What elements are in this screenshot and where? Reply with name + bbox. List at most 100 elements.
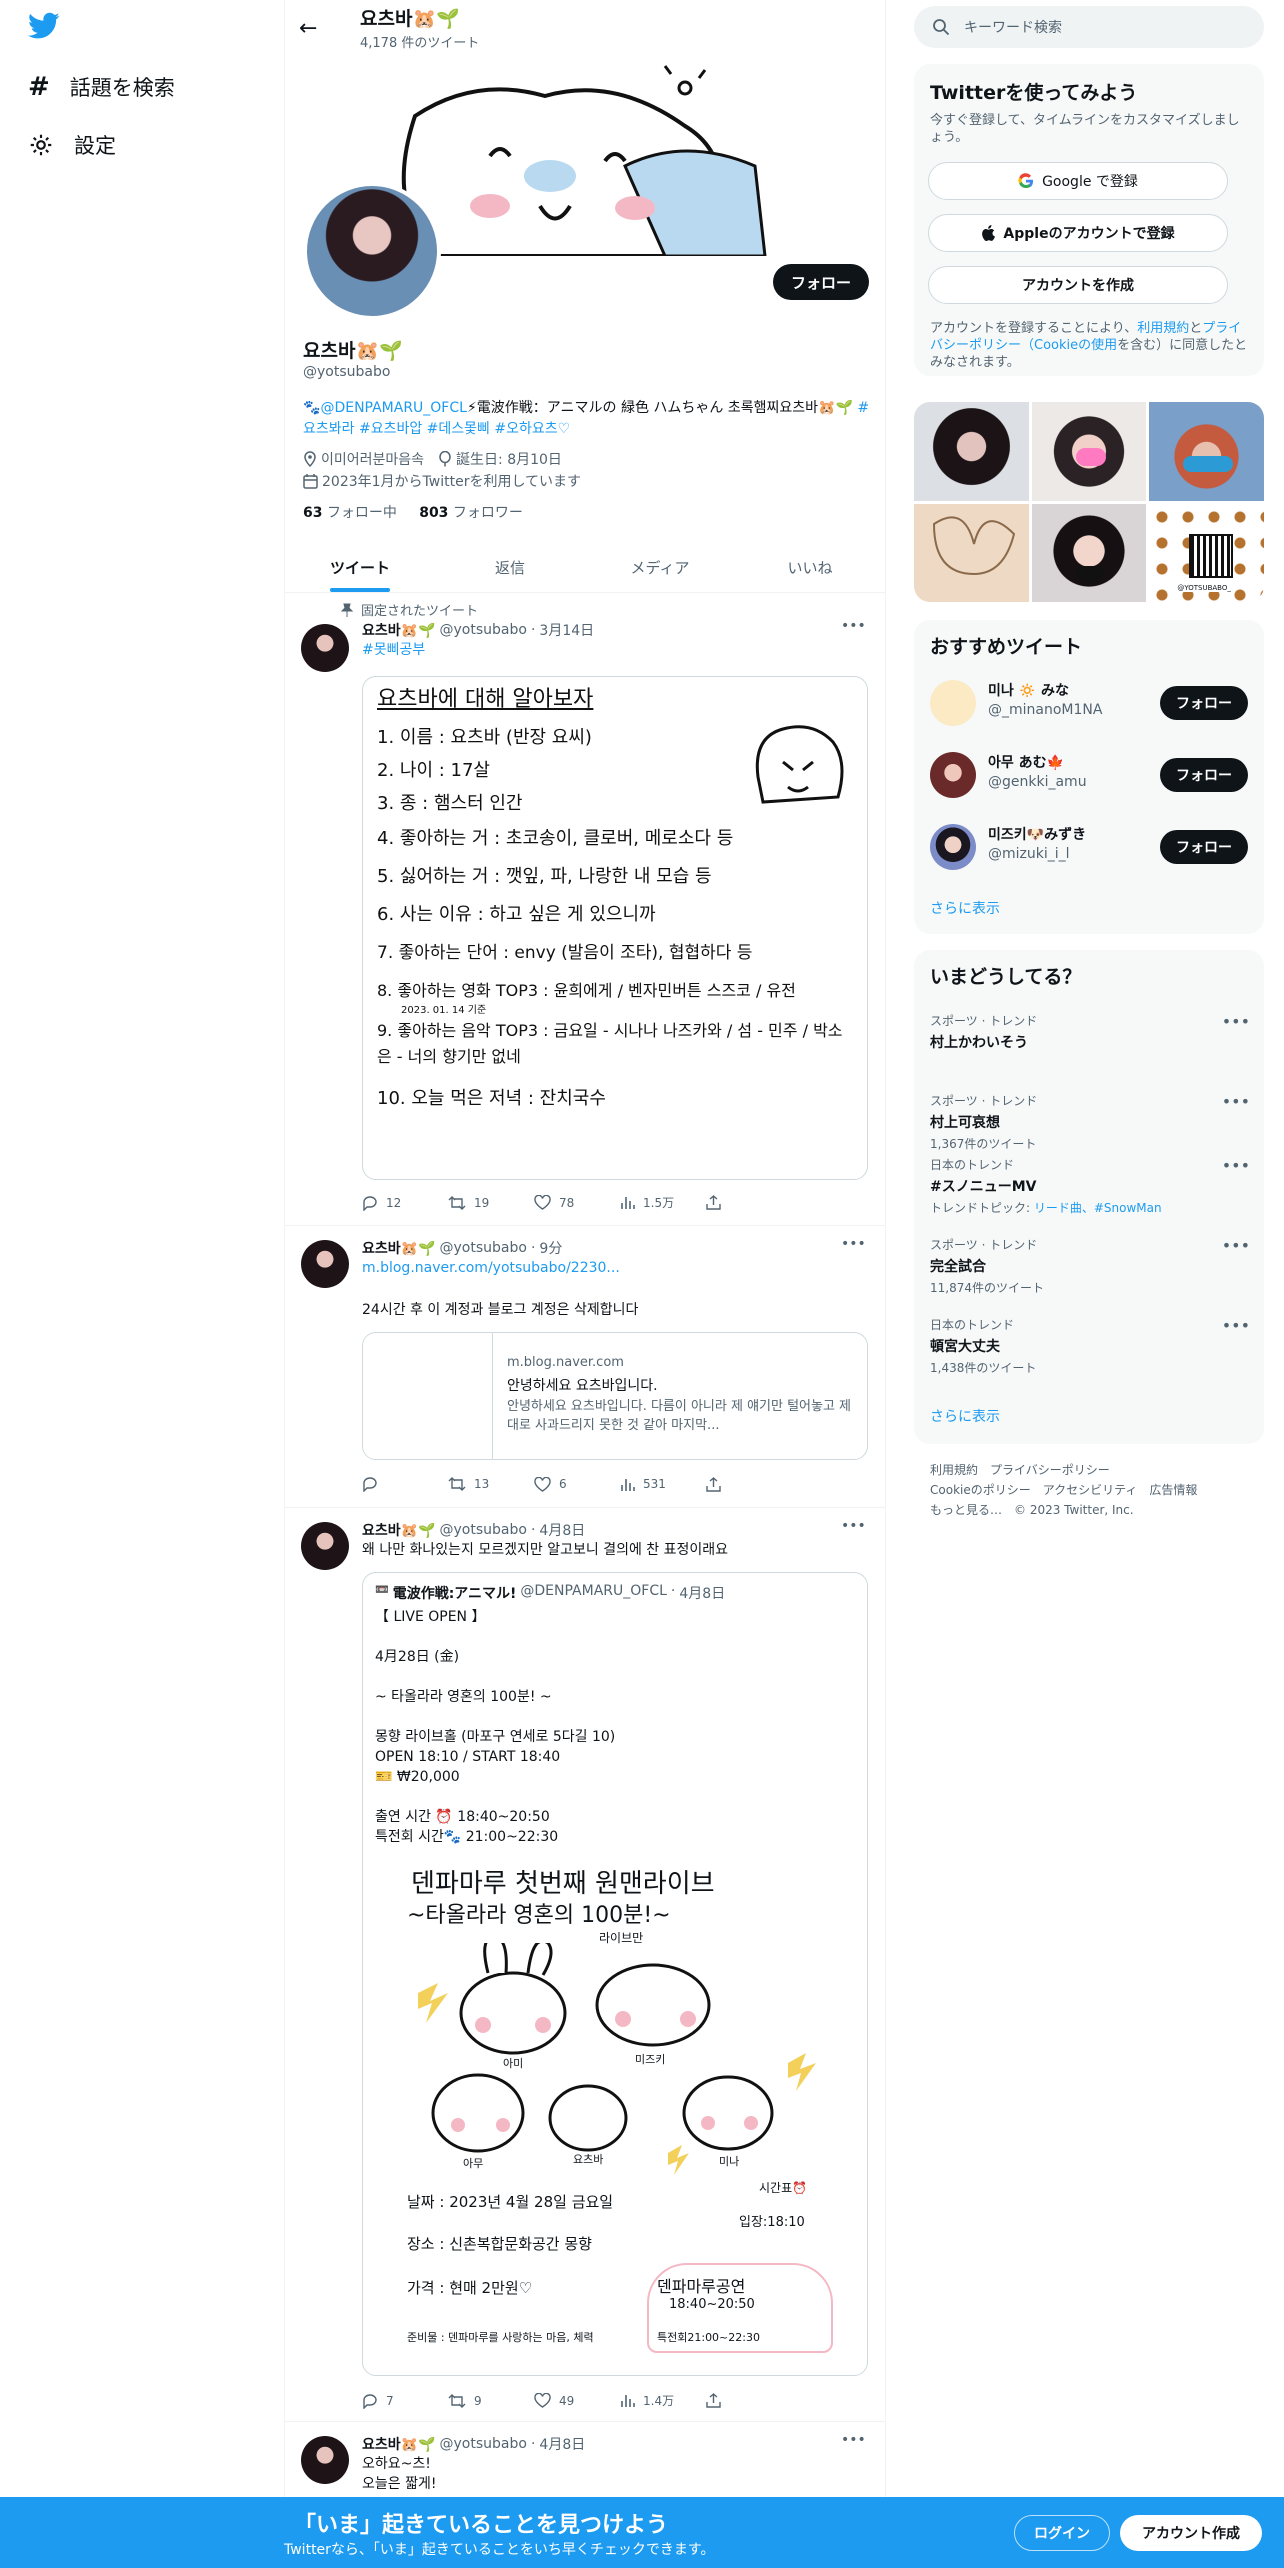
views-button[interactable]: 1.4万 — [620, 2392, 706, 2409]
reco-avatar[interactable] — [930, 824, 976, 870]
more-icon[interactable]: ••• — [1222, 1156, 1250, 1175]
reco-name[interactable]: 아무 あむ🍁 — [988, 752, 1064, 772]
terms-link[interactable]: 利用規約 — [1137, 321, 1189, 336]
share-button[interactable] — [706, 1194, 792, 1211]
like-button[interactable]: 49 — [534, 2392, 620, 2409]
reco-handle: @_minanoM1NA — [988, 702, 1103, 718]
retweet-button[interactable]: 13 — [448, 1476, 534, 1492]
more-icon[interactable]: ••• — [841, 1518, 866, 1534]
like-button[interactable]: 78 — [534, 1194, 620, 1211]
photo-thumbnail[interactable] — [1149, 402, 1264, 501]
tweet-time[interactable]: 3月14日 — [539, 620, 594, 640]
tweet-author-handle[interactable]: @yotsubabo — [440, 622, 527, 638]
tweet-time[interactable]: 4月8日 — [539, 1520, 585, 1540]
tweet-author-name[interactable]: 요츠바🐹🌱 — [362, 620, 436, 640]
share-button[interactable] — [706, 1476, 792, 1492]
tab-replies[interactable]: 返信 — [435, 543, 585, 592]
quote-text: 【 LIVE OPEN 】 4月28日 (金) ~ 타올라라 영혼의 100분!… — [375, 1607, 615, 1847]
tweet-hashtag[interactable]: #못삐공부 — [362, 640, 872, 660]
footer-line[interactable]: 利用規約 プライバシーポリシー — [930, 1460, 1260, 1480]
reco-show-more-link[interactable]: さらに表示 — [930, 898, 1000, 918]
reply-button[interactable]: 7 — [362, 2392, 448, 2409]
quote-tweet[interactable]: 📼 電波作戦:アニマル! @DENPAMARU_OFCL · 4月8日 【 LIVE O… — [362, 1572, 868, 2376]
footer-line[interactable]: Cookieのポリシー アクセシビリティ 広告情報 — [930, 1480, 1260, 1500]
reco-name[interactable]: 미즈키🐶みずき — [988, 824, 1086, 844]
like-button[interactable]: 6 — [534, 1476, 620, 1492]
search-bar[interactable]: キーワード検索 — [914, 6, 1264, 48]
trend-item[interactable]: 日本のトレンド 頓宮大丈夫 1,438件のツイート ••• — [930, 1316, 1250, 1376]
apple-signup-button[interactable]: Appleのアカウントで登録 — [928, 214, 1228, 252]
link-card[interactable]: m.blog.naver.com 안녕하세요 요츠바입니다. 안녕하세요 요츠바… — [362, 1332, 868, 1460]
create-account-button[interactable]: アカウントを作成 — [928, 266, 1228, 304]
tweet-time[interactable]: 4月8日 — [539, 2434, 585, 2454]
trend-category: スポーツ · トレンド — [930, 1094, 1038, 1108]
tab-media[interactable]: メディア — [585, 543, 735, 592]
google-signup-button[interactable]: Google で登録 — [928, 162, 1228, 200]
more-icon[interactable]: ••• — [1222, 1092, 1250, 1111]
login-button[interactable]: ログイン — [1014, 2515, 1110, 2551]
tweet-author-name[interactable]: 요츠바🐹🌱 — [362, 1520, 436, 1540]
poster-place: 장소 : 신촌복합문화공간 몽향 — [407, 2235, 592, 2253]
views-button[interactable]: 531 — [620, 1476, 706, 1492]
reco-follow-button[interactable]: フォロー — [1160, 830, 1248, 864]
trend-item[interactable]: スポーツ · トレンド 完全試合 11,874件のツイート ••• — [930, 1236, 1250, 1296]
tweet-link[interactable]: m.blog.naver.com/yotsubabo/2230... — [362, 1258, 872, 1278]
share-button[interactable] — [706, 2392, 792, 2409]
bio-mention-link[interactable]: @DENPAMARU_OFCL — [320, 400, 467, 416]
photo-thumbnail[interactable]: @YOTSUBABO_ — [1149, 503, 1264, 602]
follow-button[interactable]: フォロー — [773, 264, 869, 300]
trends-show-more-link[interactable]: さらに表示 — [930, 1406, 1000, 1426]
reply-button[interactable]: 12 — [362, 1194, 448, 1211]
views-button[interactable]: 1.5万 — [620, 1194, 706, 1211]
more-icon[interactable]: ••• — [1222, 1316, 1250, 1335]
tweet-avatar[interactable] — [301, 1240, 349, 1288]
tab-tweets[interactable]: ツイート — [285, 543, 435, 592]
more-icon[interactable]: ••• — [841, 618, 866, 634]
tweet-avatar[interactable] — [301, 1522, 349, 1570]
more-icon[interactable]: ••• — [1222, 1012, 1250, 1031]
nav-settings[interactable]: 設定 — [28, 130, 116, 160]
following-link[interactable]: 63 フォロー中 — [303, 505, 397, 521]
tab-likes[interactable]: いいね — [735, 543, 885, 592]
signup-button[interactable]: アカウント作成 — [1120, 2515, 1262, 2551]
tweet-author-name[interactable]: 요츠바🐹🌱 — [362, 2434, 436, 2454]
trend-item[interactable]: スポーツ · トレンド 村上かわいそう ••• — [930, 1012, 1250, 1052]
tweet-author-handle[interactable]: @yotsubabo — [440, 1240, 527, 1256]
tweet-author-handle[interactable]: @yotsubabo — [440, 2436, 527, 2452]
reco-follow-button[interactable]: フォロー — [1160, 686, 1248, 720]
reco-follow-button[interactable]: フォロー — [1160, 758, 1248, 792]
poster-entry: 입장:18:10 — [739, 2215, 805, 2230]
tweet-pinned[interactable]: 固定されたツイート 요츠바🐹🌱 @yotsubabo · 3月14日 ••• #못삐공… — [285, 594, 885, 1226]
back-arrow-icon[interactable]: ← — [299, 16, 317, 41]
tweet-avatar[interactable] — [301, 624, 349, 672]
reply-button[interactable] — [362, 1476, 448, 1492]
tweet-image-handwritten[interactable]: 요츠바에 대해 알아보자 1. 이름 : 요츠바 (반장 요씨) 2. 나이 :… — [362, 676, 868, 1180]
trend-topic-link[interactable]: リード曲、#SnowMan — [1034, 1201, 1162, 1215]
more-icon[interactable]: ••• — [841, 2432, 866, 2448]
photo-drawing — [932, 515, 1016, 575]
photo-thumbnail[interactable] — [914, 402, 1029, 501]
footer-line[interactable]: もっと見る… © 2023 Twitter, Inc. — [930, 1500, 1260, 1520]
nav-explore[interactable]: # 話題を検索 — [28, 72, 175, 102]
tweet-3[interactable]: 요츠바🐹🌱 @yotsubabo · 4月8日 ••• 왜 나만 화나있는지 모르겠지… — [285, 1508, 885, 2422]
tweet-avatar[interactable] — [301, 2436, 349, 2484]
tweet-author-name[interactable]: 요츠바🐹🌱 — [362, 1238, 436, 1258]
retweet-button[interactable]: 19 — [448, 1194, 534, 1211]
trend-item[interactable]: スポーツ · トレンド 村上可哀想 1,367件のツイート ••• — [930, 1092, 1250, 1152]
more-icon[interactable]: ••• — [841, 1236, 866, 1252]
photo-thumbnail[interactable] — [914, 503, 1029, 602]
twitter-logo-icon[interactable] — [28, 12, 60, 44]
trend-item[interactable]: 日本のトレンド #スノニューMV トレンドトピック: リード曲、#SnowMan ••… — [930, 1156, 1250, 1216]
profile-avatar[interactable] — [303, 182, 441, 320]
tweet-author-handle[interactable]: @yotsubabo — [440, 1522, 527, 1538]
tweet-2[interactable]: 요츠바🐹🌱 @yotsubabo · 9分 ••• m.blog.naver.com/… — [285, 1226, 885, 1508]
tweet-time[interactable]: 9分 — [539, 1238, 562, 1258]
followers-link[interactable]: 803 フォロワー — [419, 505, 523, 521]
reco-avatar[interactable] — [930, 752, 976, 798]
photo-thumbnail[interactable] — [1031, 402, 1147, 501]
reco-avatar[interactable] — [930, 680, 976, 726]
retweet-button[interactable]: 9 — [448, 2392, 534, 2409]
more-icon[interactable]: ••• — [1222, 1236, 1250, 1255]
reco-name[interactable]: 미나 🔅 みな — [988, 680, 1069, 700]
photo-thumbnail[interactable] — [1031, 503, 1147, 602]
